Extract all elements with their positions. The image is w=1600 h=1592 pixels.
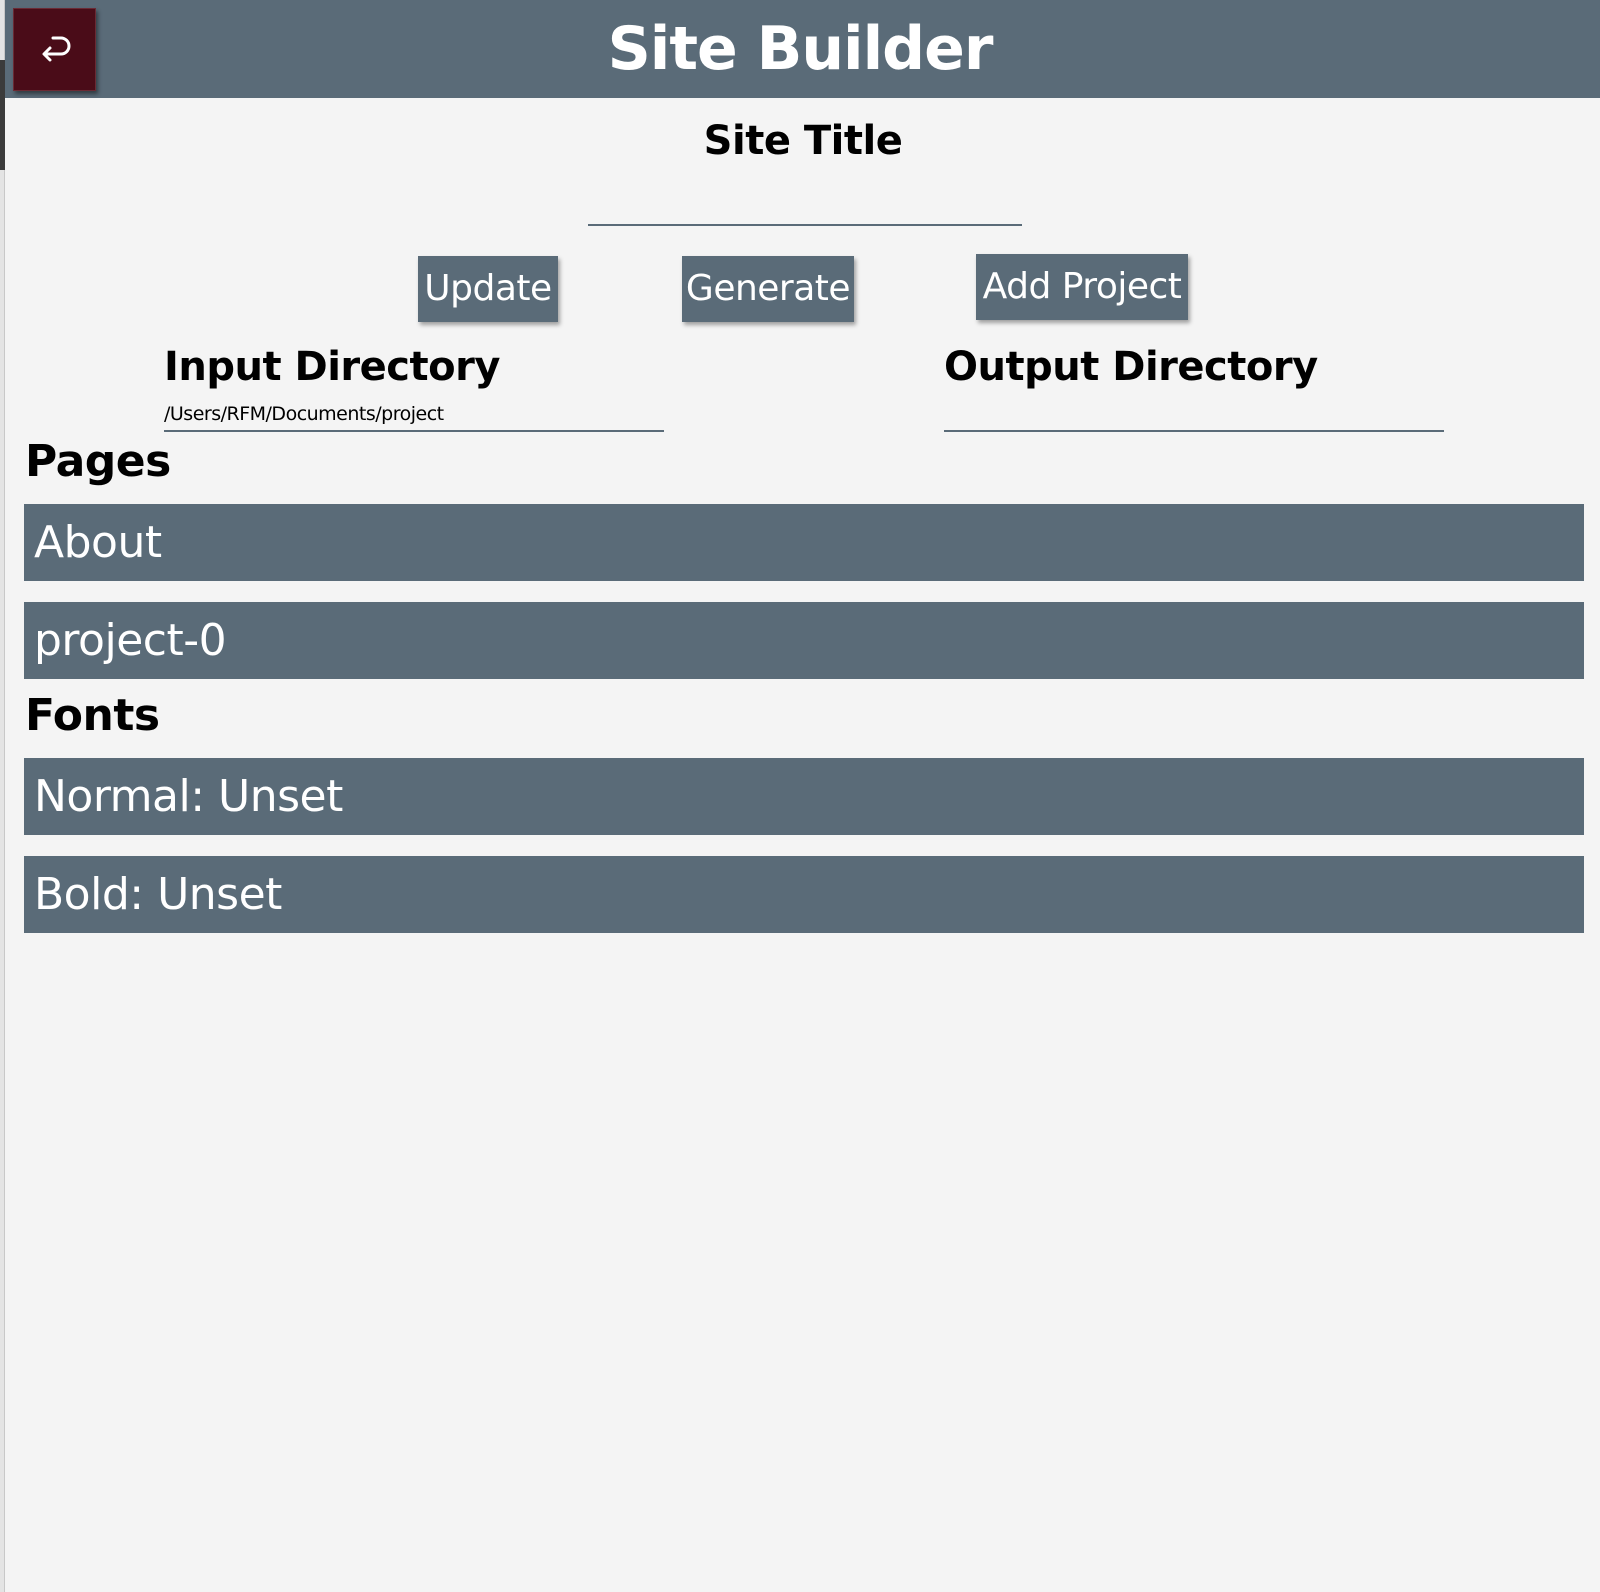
site-title-input[interactable] [588,190,1022,226]
font-item-normal[interactable]: Normal: Unset [24,758,1584,835]
window-left-edge [0,0,5,1592]
font-item-bold[interactable]: Bold: Unset [24,856,1584,933]
back-button[interactable] [13,8,96,91]
add-project-button[interactable]: Add Project [976,254,1188,320]
header-bar [5,0,1600,98]
page-item-about[interactable]: About [24,504,1584,581]
generate-button[interactable]: Generate [682,256,854,322]
output-directory-label: Output Directory [944,344,1318,390]
update-button[interactable]: Update [418,256,558,322]
output-directory-field[interactable] [944,398,1444,432]
page-item-project-0[interactable]: project-0 [24,602,1584,679]
site-builder-app: Site Builder Site Title Update Generate … [0,0,1600,1592]
pages-heading: Pages [25,436,171,487]
site-title-label: Site Title [703,118,903,164]
input-directory-field[interactable] [164,398,664,432]
input-directory-label: Input Directory [164,344,500,390]
fonts-heading: Fonts [25,690,160,741]
return-arrow-icon [37,36,73,64]
